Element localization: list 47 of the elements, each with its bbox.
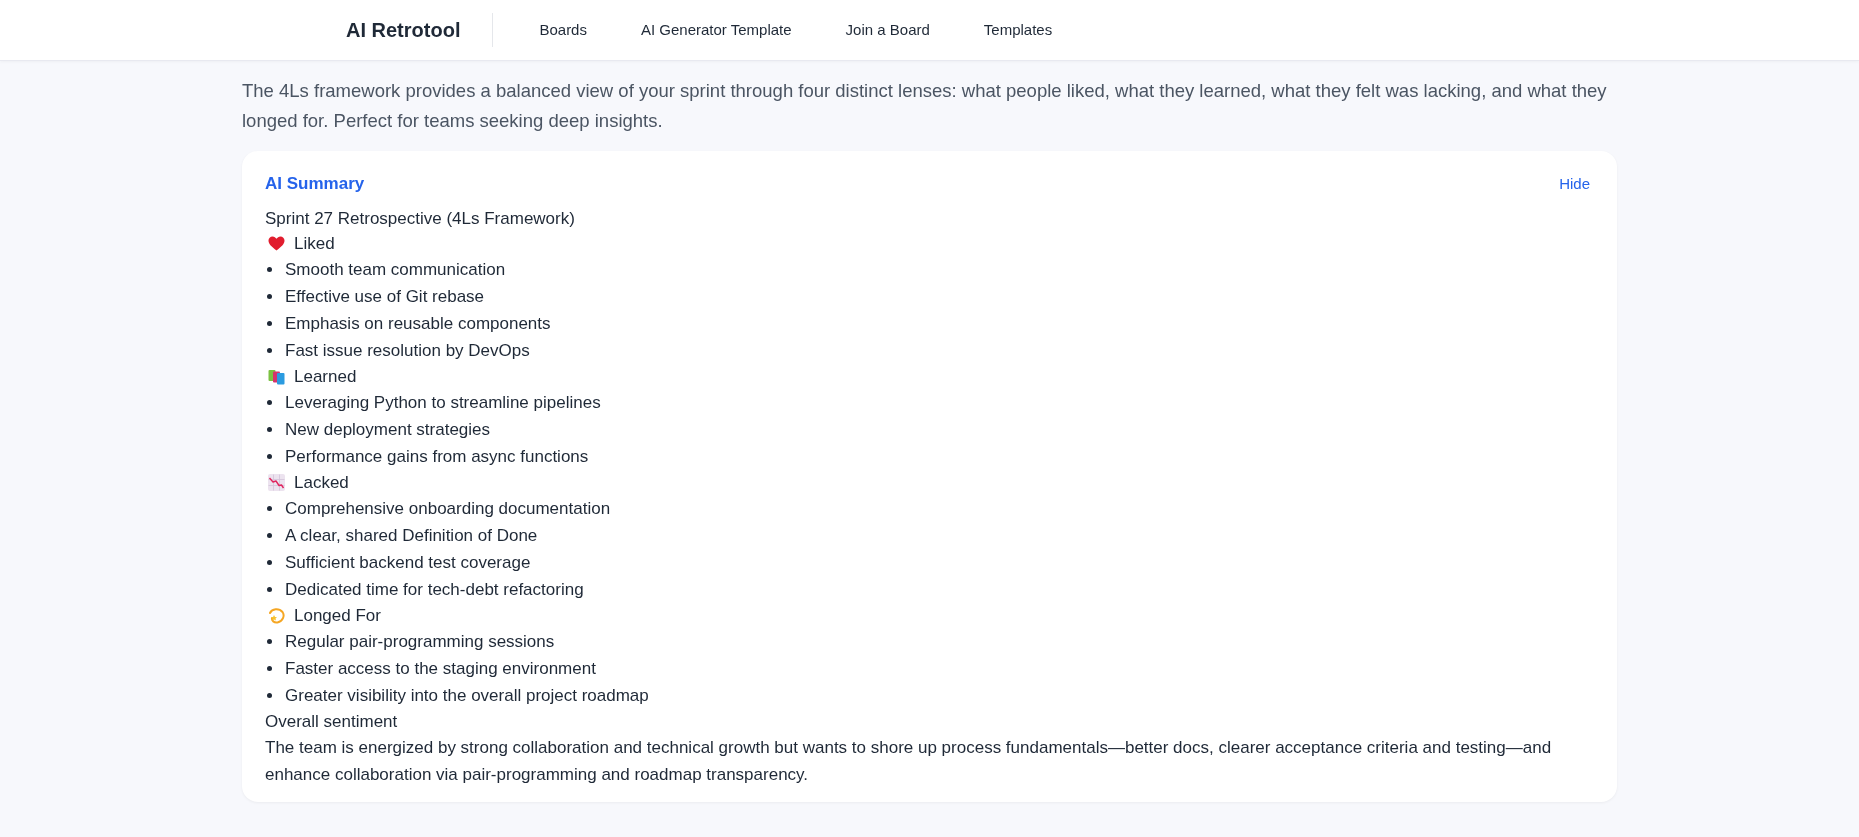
bullet-icon [267, 693, 272, 698]
bullet-icon [267, 267, 272, 272]
list-item-text: Faster access to the staging environment [285, 658, 596, 680]
list-item-text: A clear, shared Definition of Done [285, 525, 538, 547]
bullet-icon [267, 321, 272, 326]
section-title: Longed For [294, 605, 381, 627]
sentiment-title: Overall sentiment [265, 711, 399, 733]
section-title: Learned [294, 366, 357, 388]
list-item-text: Sufficient backend test coverage [285, 552, 531, 574]
swirl-star-icon [268, 607, 285, 624]
books-icon [268, 368, 285, 385]
framework-description: The 4Ls framework provides a balanced view of your sprint through four distinct lenses: what people liked, what they learned, what they felt was lacking, and what they longed for. Perfect for teams seeking deep insights. [242, 79, 1608, 133]
list-item-text: Fast issue resolution by DevOps [285, 340, 530, 362]
bullet-icon [267, 666, 272, 671]
list-item-text: Emphasis on reusable components [285, 313, 551, 335]
nav-link[interactable]: AI Generator Template [640, 18, 792, 42]
bullet-icon [267, 560, 272, 565]
bullet-icon [267, 506, 272, 511]
nav-link[interactable]: Templates [983, 18, 1053, 42]
bullet-icon [267, 348, 272, 353]
chart-down-icon [268, 474, 285, 491]
list-item-text: Smooth team communication [285, 259, 506, 281]
bullet-icon [267, 400, 272, 405]
list-item-text: Effective use of Git rebase [285, 286, 485, 308]
bullet-icon [267, 639, 272, 644]
summary-title: AI Summary [265, 173, 365, 195]
list-item-text: Comprehensive onboarding documentation [285, 498, 611, 520]
list-item-text: New deployment strategies [285, 419, 491, 441]
bullet-icon [267, 454, 272, 459]
bullet-icon [267, 533, 272, 538]
section-title: Lacked [294, 472, 349, 494]
heart-icon [268, 236, 285, 251]
app-logo-text[interactable]: AI Retrotool [346, 15, 461, 45]
summary-heading: Sprint 27 Retrospective (4Ls Framework) [265, 208, 576, 230]
list-item-text: Dedicated time for tech-debt refactoring [285, 579, 584, 601]
section-title: Liked [294, 233, 335, 255]
bullet-icon [267, 427, 272, 432]
hide-button[interactable]: Hide [1559, 171, 1590, 197]
sentiment-paragraph: The team is energized by strong collaboration and technical growth but wants to shore up process fundamentals—better docs, clearer acceptance criteria and testing—and enhance collaboration via pair-programming and roadmap transparency. [265, 737, 1553, 786]
list-item-text: Leveraging Python to streamline pipelines [285, 392, 601, 414]
list-item-text: Regular pair-programming sessions [285, 631, 555, 653]
list-item-text: Performance gains from async functions [285, 446, 589, 468]
list-item-text: Greater visibility into the overall project roadmap [285, 685, 649, 707]
nav-link[interactable]: Boards [539, 18, 587, 42]
bullet-icon [267, 587, 272, 592]
nav-link[interactable]: Join a Board [845, 18, 930, 42]
bullet-icon [267, 294, 272, 299]
